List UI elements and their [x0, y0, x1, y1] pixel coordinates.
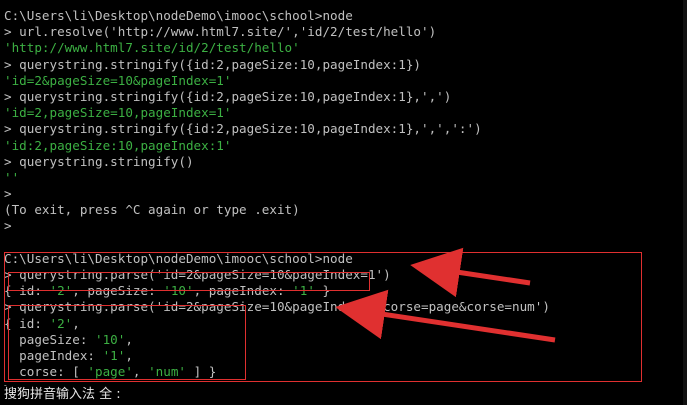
terminal-line: 'id:2,pageSize:10,pageIndex:1': [4, 138, 679, 154]
console-text: C:\Users\li\Desktop\nodeDemo\imooc\schoo…: [4, 250, 353, 266]
terminal-line: 'id=2&pageSize=10&pageIndex=1': [4, 73, 679, 89]
terminal-line: > querystring.stringify(): [4, 154, 679, 170]
terminal-line: > querystring.stringify({id:2,pageSize:1…: [4, 121, 679, 137]
console-text: > querystring.stringify({id:2,pageSize:1…: [4, 121, 482, 137]
string-output: '': [4, 169, 20, 185]
terminal-line: > url.resolve('http://www.html7.site/','…: [4, 24, 679, 40]
string-output: '2': [49, 283, 73, 299]
terminal-line: > querystring.stringify({id:2,pageSize:1…: [4, 57, 679, 73]
console-text: > querystring.parse('id=2&pageSize=10&pa…: [4, 299, 550, 315]
console-text: pageIndex:: [4, 347, 103, 363]
string-output: 'id:2,pageSize:10,pageIndex:1': [4, 137, 232, 153]
console-text: > querystring.stringify({id:2,pageSize:1…: [4, 56, 422, 72]
string-output: '1': [102, 347, 126, 363]
terminal-line: (To exit, press ^C again or type .exit): [4, 202, 679, 218]
console-text: C:\Users\li\Desktop\nodeDemo\imooc\schoo…: [4, 8, 353, 23]
console-text: corse: [: [4, 364, 88, 380]
terminal-line: >: [4, 218, 679, 234]
console-text: ,: [125, 331, 133, 347]
console-text: ,: [132, 364, 149, 380]
console-text: , pageIndex:: [193, 283, 293, 299]
string-output: '10': [95, 331, 126, 347]
terminal-line: corse: [ 'page', 'num' ] }: [4, 364, 679, 380]
string-output: 'http://www.html7.site/id/2/test/hello': [4, 40, 300, 56]
console-text: >: [4, 186, 12, 202]
terminal-line: pageSize: '10',: [4, 332, 679, 348]
console-text: pageSize:: [4, 331, 95, 347]
terminal-line: { id: '2',: [4, 316, 679, 332]
console-text: ,: [125, 347, 133, 363]
terminal-line: >: [4, 186, 679, 202]
console-text: , pageSize:: [72, 283, 164, 299]
console-text: >: [4, 218, 12, 234]
string-output: '2': [49, 315, 73, 331]
ime-status-bar: 搜狗拼音输入法 全 :: [4, 386, 121, 403]
terminal-line: { id: '2', pageSize: '10', pageIndex: '1…: [4, 283, 679, 299]
console-text: (To exit, press ^C again or type .exit): [4, 202, 300, 218]
string-output: '1': [292, 283, 315, 299]
terminal-output[interactable]: C:\Users\li\Desktop\nodeDemo\imooc\schoo…: [4, 8, 679, 405]
console-text: > querystring.parse('id=2&pageSize=10&pa…: [4, 267, 391, 282]
console-text: { id:: [4, 283, 50, 299]
console-text: > querystring.stringify(): [4, 153, 194, 169]
terminal-line: pageIndex: '1',: [4, 348, 679, 364]
string-output: 'page': [87, 364, 133, 380]
terminal-line: C:\Users\li\Desktop\nodeDemo\imooc\schoo…: [4, 8, 679, 24]
console-text: > querystring.stringify({id:2,pageSize:1…: [4, 88, 452, 104]
string-output: 'id=2&pageSize=10&pageIndex=1': [4, 72, 232, 88]
terminal-line: > querystring.parse('id=2&pageSize=10&pa…: [4, 267, 679, 283]
console-text: ,: [72, 315, 80, 331]
terminal-line: > querystring.parse('id=2&pageSize=10&pa…: [4, 299, 679, 315]
string-output: 'id=2,pageSize=10,pageIndex=1': [4, 105, 232, 121]
terminal-line: 'http://www.html7.site/id/2/test/hello': [4, 40, 679, 56]
console-text: { id:: [4, 315, 50, 331]
terminal-line: C:\Users\li\Desktop\nodeDemo\imooc\schoo…: [4, 251, 679, 267]
string-output: 'num': [148, 364, 186, 380]
terminal-line: 'id=2,pageSize=10,pageIndex=1': [4, 105, 679, 121]
string-output: '10': [163, 283, 194, 299]
scrollbar-edge[interactable]: [683, 0, 687, 405]
console-text: > url.resolve('http://www.html7.site/','…: [4, 24, 437, 40]
console-text: ] }: [186, 364, 217, 380]
console-text: }: [314, 283, 331, 299]
terminal-line: > querystring.stringify({id:2,pageSize:1…: [4, 89, 679, 105]
terminal-line: '': [4, 170, 679, 186]
